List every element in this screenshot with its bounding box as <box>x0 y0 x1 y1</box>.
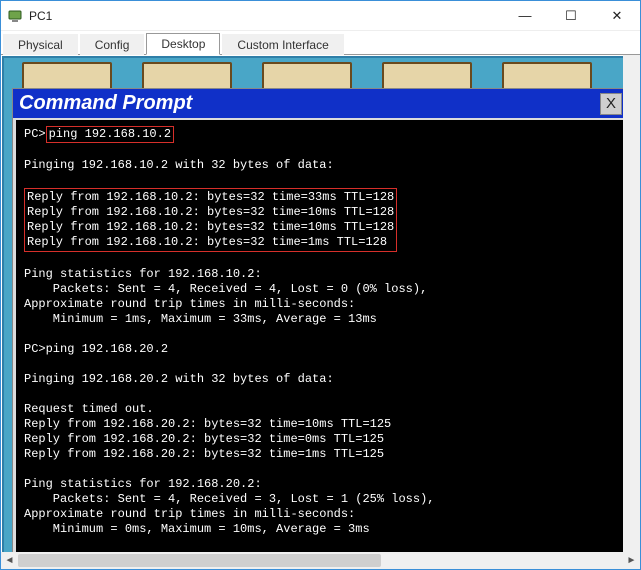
terminal-line: Reply from 192.168.10.2: bytes=32 time=3… <box>27 190 394 204</box>
terminal-line: Ping statistics for 192.168.20.2: <box>24 477 262 491</box>
window-title: PC1 <box>29 9 502 23</box>
desktop-pane: Command Prompt X PC>ping 192.168.10.2 Pi… <box>2 56 639 555</box>
minimize-button[interactable]: — <box>502 1 548 31</box>
terminal-line: Reply from 192.168.20.2: bytes=32 time=1… <box>24 447 384 461</box>
prompt: PC> <box>24 127 46 141</box>
terminal-line: Minimum = 0ms, Maximum = 10ms, Average =… <box>24 522 370 536</box>
tab-physical[interactable]: Physical <box>3 34 78 55</box>
scroll-left-arrow-icon[interactable]: ◄ <box>1 552 18 569</box>
terminal-line: Pinging 192.168.10.2 with 32 bytes of da… <box>24 158 334 172</box>
terminal-line: Request timed out. <box>24 402 154 416</box>
scroll-track[interactable] <box>18 552 623 569</box>
terminal-line: Reply from 192.168.20.2: bytes=32 time=0… <box>24 432 384 446</box>
desktop-app-icon[interactable] <box>502 62 592 90</box>
terminal-output[interactable]: PC>ping 192.168.10.2 Pinging 192.168.10.… <box>13 118 628 555</box>
terminal-line: Packets: Sent = 4, Received = 4, Lost = … <box>24 282 427 296</box>
maximize-button[interactable]: ☐ <box>548 1 594 31</box>
close-button[interactable]: ✕ <box>594 1 640 31</box>
highlighted-command: ping 192.168.10.2 <box>46 126 174 143</box>
terminal-line: Reply from 192.168.10.2: bytes=32 time=1… <box>27 235 387 249</box>
tabstrip: Physical Config Desktop Custom Interface <box>1 31 640 55</box>
terminal-line: Approximate round trip times in milli-se… <box>24 297 355 311</box>
desktop-app-icon[interactable] <box>382 62 472 90</box>
terminal-line: Pinging 192.168.20.2 with 32 bytes of da… <box>24 372 334 386</box>
desktop-icons-row <box>4 62 637 90</box>
terminal-line: Reply from 192.168.10.2: bytes=32 time=1… <box>27 205 394 219</box>
terminal-line: Ping statistics for 192.168.10.2: <box>24 267 262 281</box>
app-icon <box>7 8 23 24</box>
tab-config[interactable]: Config <box>80 34 145 55</box>
desktop-app-icon[interactable] <box>262 62 352 90</box>
command-prompt-close-button[interactable]: X <box>600 93 622 115</box>
vertical-scrollbar[interactable] <box>623 55 640 553</box>
terminal-line: Reply from 192.168.20.2: bytes=32 time=1… <box>24 417 391 431</box>
tab-custom-interface[interactable]: Custom Interface <box>222 34 343 55</box>
command-prompt-title: Command Prompt <box>19 92 600 115</box>
desktop-app-icon[interactable] <box>22 62 112 90</box>
highlighted-replies: Reply from 192.168.10.2: bytes=32 time=3… <box>24 188 397 252</box>
tab-desktop[interactable]: Desktop <box>146 33 220 55</box>
command-prompt-window: Command Prompt X PC>ping 192.168.10.2 Pi… <box>12 88 629 555</box>
scroll-thumb[interactable] <box>18 554 381 567</box>
terminal-line: Minimum = 1ms, Maximum = 33ms, Average =… <box>24 312 377 326</box>
terminal-line: Packets: Sent = 4, Received = 3, Lost = … <box>24 492 434 506</box>
terminal-line: Reply from 192.168.10.2: bytes=32 time=1… <box>27 220 394 234</box>
desktop-app-icon[interactable] <box>142 62 232 90</box>
horizontal-scrollbar[interactable]: ◄ ► <box>1 552 640 569</box>
command-prompt-titlebar[interactable]: Command Prompt X <box>13 89 628 118</box>
window-titlebar: PC1 — ☐ ✕ <box>1 1 640 31</box>
terminal-line: PC>ping 192.168.20.2 <box>24 342 168 356</box>
scroll-right-arrow-icon[interactable]: ► <box>623 552 640 569</box>
terminal-line: Approximate round trip times in milli-se… <box>24 507 355 521</box>
